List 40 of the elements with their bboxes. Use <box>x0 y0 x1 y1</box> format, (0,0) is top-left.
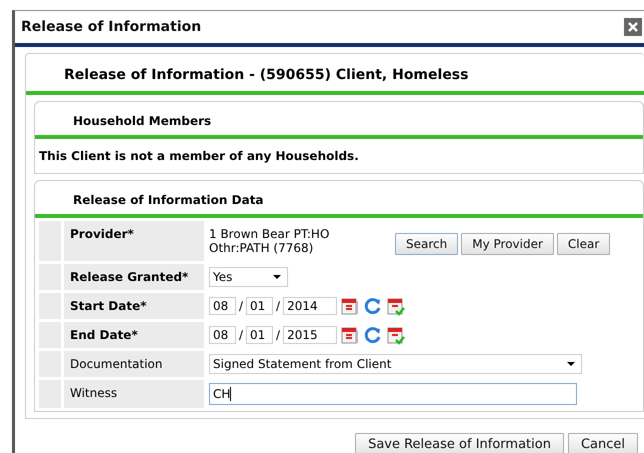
provider-button[interactable]: Search <box>395 233 458 255</box>
documentation-dropdown[interactable]: Signed Statement from Client <box>209 354 582 374</box>
window-title: Release of Information <box>21 19 202 35</box>
field-label: End Date* <box>70 328 138 342</box>
day-field[interactable]: 01 <box>246 326 274 344</box>
month-field[interactable]: 08 <box>209 326 236 344</box>
witness-field[interactable]: CH <box>209 383 577 405</box>
calendar-check-icon[interactable] <box>386 296 406 316</box>
close-icon[interactable] <box>624 18 642 36</box>
day-field[interactable]: 01 <box>246 297 274 315</box>
provider-button[interactable]: Clear <box>556 233 610 255</box>
release-granted-dropdown[interactable]: Yes <box>209 267 288 287</box>
field-label: Start Date* <box>70 299 147 313</box>
household-message: This Client is not a member of any Households. <box>39 149 359 163</box>
field-label: Documentation <box>70 357 163 371</box>
field-label: Release Granted* <box>70 270 188 284</box>
provider-button[interactable]: My Provider <box>461 233 554 255</box>
field-label: Provider* <box>70 227 134 241</box>
field-label: Witness <box>70 386 118 400</box>
calendar-icon[interactable] <box>340 325 360 345</box>
caret-icon <box>273 275 281 279</box>
calendar-icon[interactable] <box>340 296 360 316</box>
dialog-button[interactable]: Cancel <box>568 433 638 453</box>
date-separator: / <box>276 328 280 342</box>
caret-icon <box>567 362 575 366</box>
date-separator: / <box>239 299 244 313</box>
provider-value: 1 Brown Bear PT:HO <box>209 227 330 241</box>
dialog-button[interactable]: Save Release of Information <box>355 433 564 453</box>
calendar-check-icon[interactable] <box>386 325 406 345</box>
month-field[interactable]: 08 <box>209 297 236 315</box>
refresh-icon[interactable] <box>363 325 384 345</box>
date-separator: / <box>239 328 244 342</box>
provider-value: Othr:PATH (7768) <box>209 241 314 255</box>
section-heading: Release of Information Data <box>73 193 264 207</box>
refresh-icon[interactable] <box>363 296 384 316</box>
year-field[interactable]: 2015 <box>283 326 338 344</box>
date-separator: / <box>276 299 280 313</box>
panel-heading: Release of Information - (590655) Client, Homeless <box>64 67 468 83</box>
section-heading: Household Members <box>73 114 212 128</box>
year-field[interactable]: 2014 <box>283 297 338 315</box>
